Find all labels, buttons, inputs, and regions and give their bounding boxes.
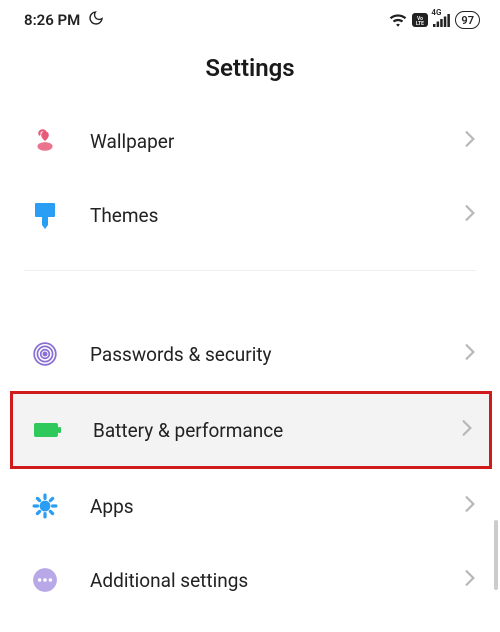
scrollbar[interactable]	[494, 520, 498, 590]
chevron-right-icon	[464, 129, 476, 154]
volte-icon: VoLTE	[412, 13, 428, 27]
apps-icon	[30, 491, 60, 521]
row-label: Themes	[90, 204, 464, 227]
more-icon	[30, 565, 60, 595]
chevron-right-icon	[461, 418, 473, 443]
status-time: 8:26 PM	[24, 11, 80, 29]
row-label: Apps	[90, 495, 464, 518]
divider	[24, 270, 476, 271]
moon-icon	[88, 10, 104, 30]
chevron-right-icon	[464, 342, 476, 367]
wallpaper-icon	[30, 126, 60, 156]
wifi-icon	[389, 13, 407, 27]
row-label: Passwords & security	[90, 343, 464, 366]
chevron-right-icon	[464, 203, 476, 228]
status-bar: 8:26 PM VoLTE 4G 97	[0, 0, 500, 38]
row-battery-performance[interactable]: Battery & performance	[10, 391, 492, 469]
section-gap	[0, 293, 500, 317]
chevron-right-icon	[464, 568, 476, 593]
row-apps[interactable]: Apps	[0, 469, 500, 543]
status-left: 8:26 PM	[24, 10, 104, 30]
battery-icon	[33, 415, 63, 445]
battery-icon: 97	[455, 11, 480, 29]
fingerprint-icon	[30, 339, 60, 369]
row-additional-settings[interactable]: Additional settings	[0, 543, 500, 617]
svg-text:LTE: LTE	[416, 21, 424, 27]
settings-list: Wallpaper Themes Passwords & security Ba…	[0, 104, 500, 617]
page-title: Settings	[0, 38, 500, 104]
row-wallpaper[interactable]: Wallpaper	[0, 104, 500, 178]
row-label: Additional settings	[90, 569, 464, 592]
themes-icon	[30, 200, 60, 230]
row-passwords-security[interactable]: Passwords & security	[0, 317, 500, 391]
chevron-right-icon	[464, 494, 476, 519]
row-themes[interactable]: Themes	[0, 178, 500, 252]
row-label: Wallpaper	[90, 130, 464, 153]
status-right: VoLTE 4G 97	[389, 11, 480, 29]
row-label: Battery & performance	[93, 419, 461, 442]
signal-icon: 4G	[433, 14, 450, 27]
